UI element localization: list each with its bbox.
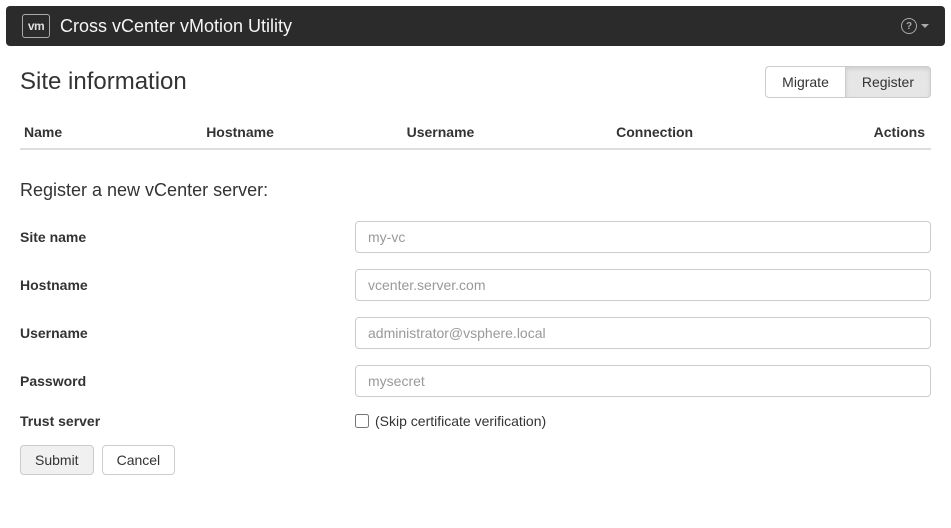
register-button[interactable]: Register (845, 66, 931, 98)
trust-server-checkbox-wrap[interactable]: (Skip certificate verification) (355, 413, 931, 429)
help-icon: ? (901, 18, 917, 34)
trust-server-checkbox-label: (Skip certificate verification) (375, 413, 546, 429)
migrate-button[interactable]: Migrate (765, 66, 845, 98)
label-hostname: Hostname (20, 277, 355, 293)
view-toggle-group: Migrate Register (765, 66, 931, 98)
sites-table: Name Hostname Username Connection Action… (20, 116, 931, 150)
username-input[interactable] (355, 317, 931, 349)
app-title: Cross vCenter vMotion Utility (60, 16, 292, 37)
col-header-actions: Actions (813, 116, 931, 149)
navbar-brand[interactable]: vm Cross vCenter vMotion Utility (22, 14, 292, 38)
cancel-button[interactable]: Cancel (102, 445, 176, 475)
trust-server-checkbox[interactable] (355, 414, 369, 428)
label-username: Username (20, 325, 355, 341)
help-dropdown[interactable]: ? (901, 18, 929, 34)
col-header-name: Name (20, 116, 202, 149)
col-header-connection: Connection (612, 116, 812, 149)
vmware-logo-icon: vm (22, 14, 50, 38)
col-header-hostname: Hostname (202, 116, 402, 149)
label-password: Password (20, 373, 355, 389)
table-header-row: Name Hostname Username Connection Action… (20, 116, 931, 149)
navbar: vm Cross vCenter vMotion Utility ? (6, 6, 945, 46)
label-site-name: Site name (20, 229, 355, 245)
col-header-username: Username (403, 116, 613, 149)
section-title: Site information (20, 68, 187, 96)
form-title: Register a new vCenter server: (20, 180, 931, 201)
password-input[interactable] (355, 365, 931, 397)
label-trust-server: Trust server (20, 413, 355, 429)
site-name-input[interactable] (355, 221, 931, 253)
submit-button[interactable]: Submit (20, 445, 94, 475)
hostname-input[interactable] (355, 269, 931, 301)
caret-down-icon (921, 24, 929, 28)
section-header: Site information Migrate Register (20, 66, 931, 98)
